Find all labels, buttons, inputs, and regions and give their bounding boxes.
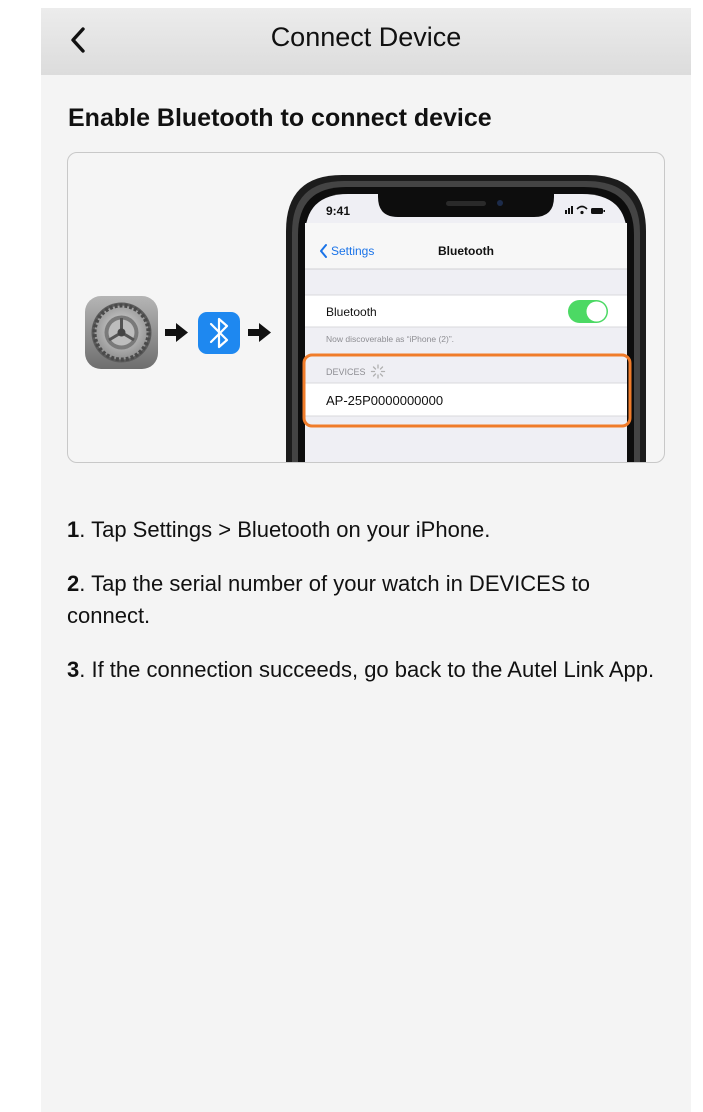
section-heading: Enable Bluetooth to connect device [68, 104, 492, 132]
step-number: 3 [67, 657, 80, 682]
devices-header: DEVICES [326, 367, 366, 377]
navigation-bar: Connect Device [41, 8, 691, 75]
step-text: . Tap Settings > Bluetooth on your iPhon… [79, 517, 491, 542]
step-1: 1. Tap Settings > Bluetooth on your iPho… [67, 514, 667, 546]
bluetooth-illustration-card: 9:41 Settings Bluetooth Bluetooth Now di… [67, 152, 665, 463]
step-text: . If the connection succeeds, go back to… [79, 657, 655, 682]
device-serial-number: AP-25P0000000000 [326, 393, 443, 408]
status-time: 9:41 [326, 204, 350, 218]
arrow-right-icon [165, 323, 188, 342]
instruction-steps: 1. Tap Settings > Bluetooth on your iPho… [67, 514, 667, 708]
step-2: 2. Tap the serial number of your watch i… [67, 568, 667, 632]
settings-back-label: Settings [331, 244, 374, 258]
step-3: 3. If the connection succeeds, go back t… [67, 654, 667, 686]
discoverable-text: Now discoverable as “iPhone (2)”. [326, 334, 454, 344]
iphone-mockup: 9:41 Settings Bluetooth Bluetooth Now di… [286, 175, 646, 462]
settings-gear-icon [85, 296, 158, 369]
connect-device-screen: Connect Device Enable Bluetooth to conne… [41, 8, 691, 1112]
bluetooth-toggle [568, 300, 608, 323]
step-number: 2 [67, 571, 80, 596]
step-text: . Tap the serial number of your watch in… [67, 571, 590, 628]
illustration-svg: 9:41 Settings Bluetooth Bluetooth Now di… [85, 175, 646, 462]
step-number: 1 [67, 517, 80, 542]
arrow-right-icon [248, 323, 271, 342]
bluetooth-screen-title: Bluetooth [438, 244, 494, 258]
bluetooth-row-label: Bluetooth [326, 305, 377, 319]
bluetooth-icon [198, 312, 240, 354]
page-title: Connect Device [270, 22, 462, 52]
